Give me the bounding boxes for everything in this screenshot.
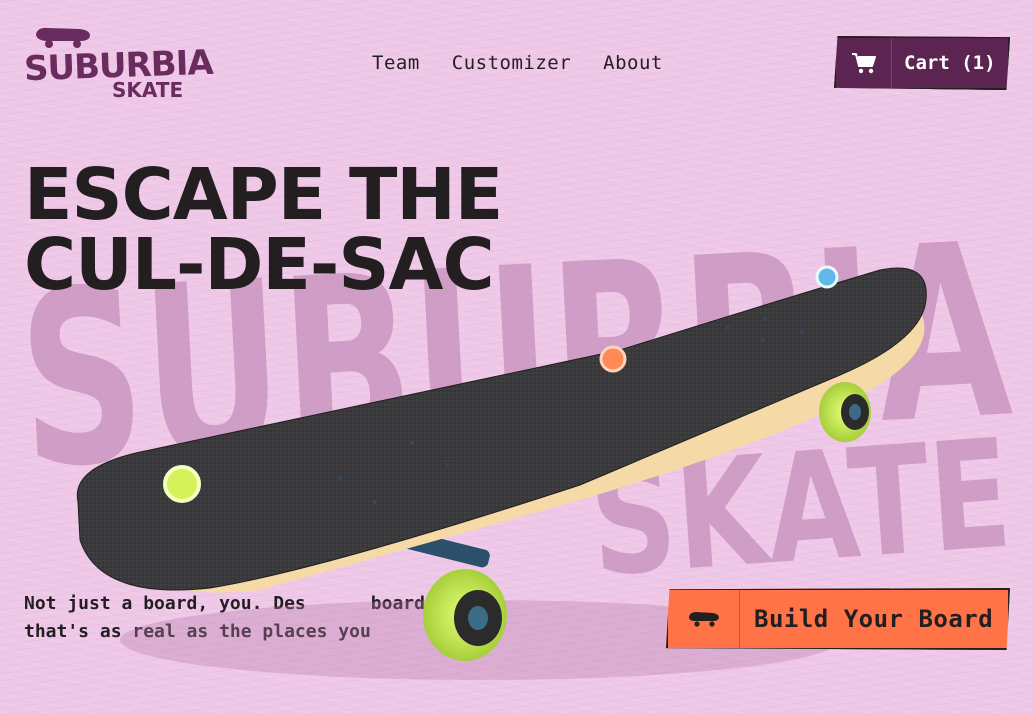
nav-link-about[interactable]: About	[603, 52, 663, 74]
main-nav: Team Customizer About	[372, 52, 663, 74]
rear-wheel	[819, 382, 871, 442]
deck-grip-tape	[76, 267, 927, 591]
site-header: SUBURBIA SKATE Team Customizer About Car…	[0, 0, 1033, 130]
logo-skateboard-icon	[36, 27, 90, 48]
hotspot-middle[interactable]	[599, 345, 627, 373]
logo-text-skate: SKATE	[112, 78, 184, 102]
front-wheel	[423, 569, 507, 661]
nav-link-team[interactable]: Team	[372, 52, 420, 74]
cart-button[interactable]: Cart (1)	[834, 36, 1010, 90]
build-your-board-label: Build Your Board	[754, 605, 994, 633]
build-your-board-button[interactable]: Build Your Board	[666, 588, 1010, 650]
skateboard-icon	[668, 590, 740, 648]
hotspot-tail[interactable]	[163, 465, 201, 503]
cart-icon	[836, 38, 892, 88]
hotspot-nose[interactable]	[815, 265, 839, 289]
brand-logo[interactable]: SUBURBIA SKATE	[23, 22, 213, 106]
cart-label: Cart (1)	[904, 52, 996, 74]
nav-link-customizer[interactable]: Customizer	[452, 52, 571, 74]
